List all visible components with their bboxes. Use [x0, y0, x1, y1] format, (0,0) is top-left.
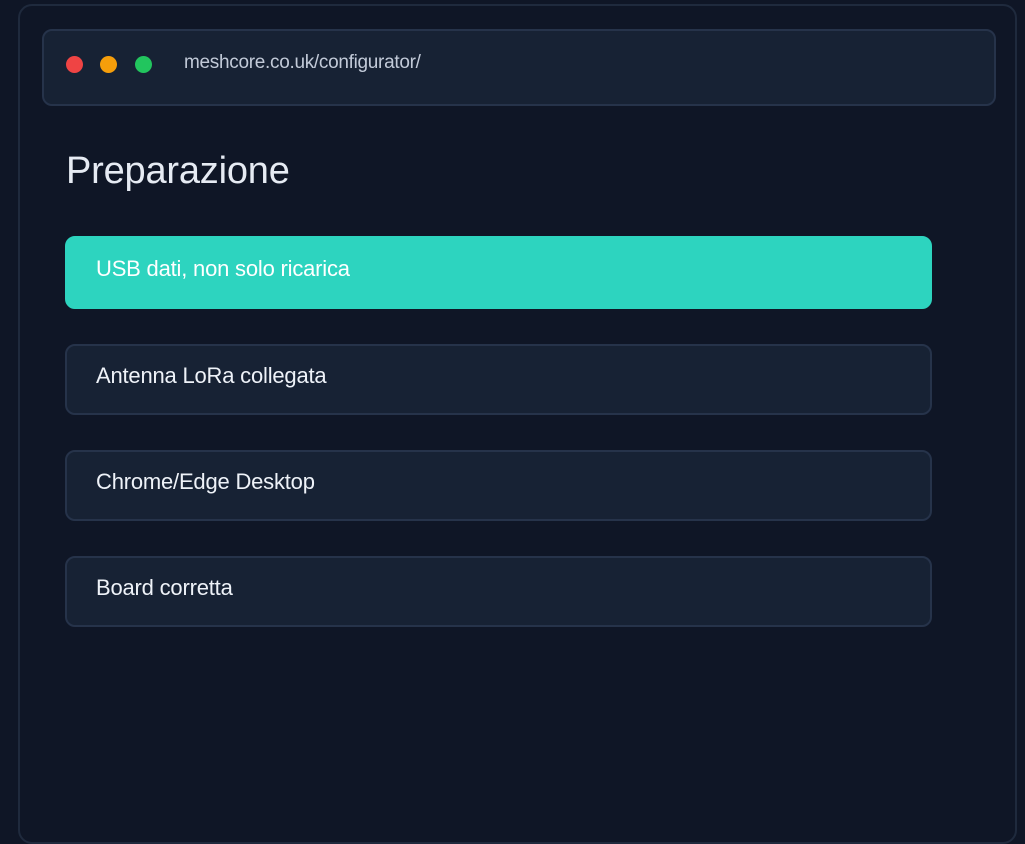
- browser-address-bar: meshcore.co.uk/configurator/: [42, 29, 996, 106]
- url-text[interactable]: meshcore.co.uk/configurator/: [184, 52, 421, 74]
- preparation-checklist: USB dati, non solo ricarica Antenna LoRa…: [65, 236, 932, 662]
- checklist-item-label: Board corretta: [96, 574, 233, 600]
- close-window-dot-icon[interactable]: [66, 56, 83, 73]
- maximize-window-dot-icon[interactable]: [135, 56, 152, 73]
- checklist-item-board[interactable]: Board corretta: [65, 556, 932, 627]
- checklist-item-lora-antenna[interactable]: Antenna LoRa collegata: [65, 344, 932, 415]
- checklist-item-label: Chrome/Edge Desktop: [96, 468, 315, 494]
- page-title: Preparazione: [66, 150, 290, 192]
- checklist-item-label: Antenna LoRa collegata: [96, 362, 327, 388]
- checklist-item-usb-data[interactable]: USB dati, non solo ricarica: [65, 236, 932, 309]
- minimize-window-dot-icon[interactable]: [100, 56, 117, 73]
- checklist-item-browser[interactable]: Chrome/Edge Desktop: [65, 450, 932, 521]
- checklist-item-label: USB dati, non solo ricarica: [96, 255, 350, 281]
